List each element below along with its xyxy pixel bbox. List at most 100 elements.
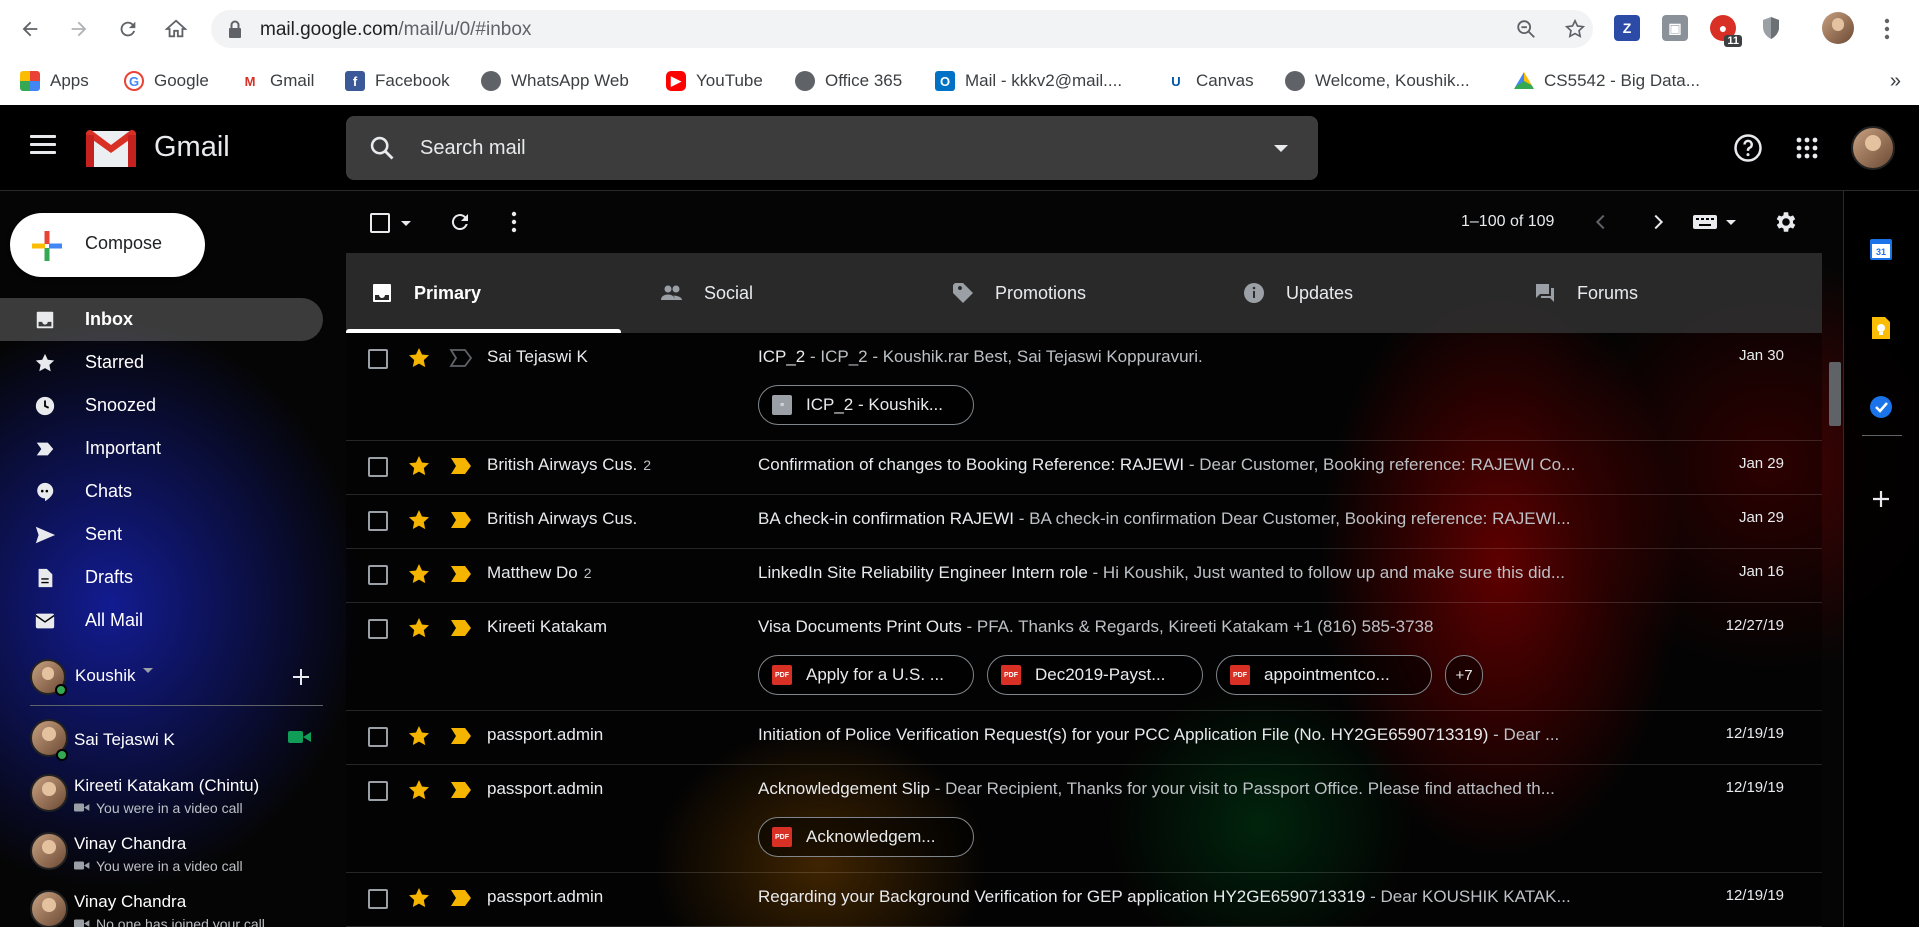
important-marker-icon[interactable]	[449, 780, 473, 800]
tab-primary[interactable]: Primary	[346, 253, 636, 333]
video-call-icon[interactable]	[288, 729, 312, 750]
not-important-marker-icon[interactable]	[449, 348, 473, 368]
sidebar-item-inbox[interactable]: Inbox	[0, 298, 323, 341]
sidebar-item-drafts[interactable]: Drafts	[0, 556, 323, 599]
notification-extension[interactable]: ● 11	[1710, 15, 1742, 47]
bookmark-office-365[interactable]: Office 365	[795, 69, 902, 93]
compose-button[interactable]: Compose	[10, 213, 205, 277]
email-checkbox[interactable]	[368, 727, 388, 747]
search-icon[interactable]	[368, 134, 396, 162]
hangouts-user[interactable]: Koushik	[30, 656, 330, 696]
attachment-chip[interactable]: ≡ ICP_2 - Koushik...	[758, 385, 974, 425]
refresh-icon[interactable]	[448, 210, 472, 234]
chrome-profile-avatar[interactable]	[1822, 12, 1854, 44]
more-actions-icon[interactable]	[511, 211, 517, 233]
tasks-icon[interactable]	[1868, 394, 1894, 420]
more-bookmarks-button[interactable]: »	[1890, 69, 1901, 93]
email-checkbox[interactable]	[368, 457, 388, 477]
keep-icon[interactable]	[1868, 315, 1894, 341]
search-options-caret-icon[interactable]	[1274, 145, 1288, 152]
email-row[interactable]: Sai Tejaswi K ICP_2 - ICP_2 - Koushik.rar…	[346, 333, 1822, 441]
attachment-chip[interactable]: PDF Dec2019-Payst...	[987, 655, 1203, 695]
bookmark-google[interactable]: G Google	[124, 69, 209, 93]
sidebar-item-snoozed[interactable]: Snoozed	[0, 384, 323, 427]
bookmark-gmail[interactable]: M Gmail	[240, 69, 314, 93]
new-conversation-plus-icon[interactable]	[292, 668, 310, 686]
important-marker-icon[interactable]	[449, 726, 473, 746]
star-icon[interactable]	[407, 886, 431, 910]
important-marker-icon[interactable]	[449, 564, 473, 584]
email-checkbox[interactable]	[368, 511, 388, 531]
star-icon[interactable]	[407, 616, 431, 640]
search-input[interactable]	[420, 128, 1220, 168]
tab-updates[interactable]: Updates	[1218, 253, 1508, 333]
calendar-icon[interactable]: 31	[1868, 236, 1894, 262]
bookmark-star-button[interactable]	[1563, 17, 1587, 41]
email-row[interactable]: Kireeti Katakam Visa Documents Print Outs…	[346, 603, 1822, 711]
sidebar-item-sent[interactable]: Sent	[0, 513, 323, 556]
attachment-chip[interactable]: PDF Acknowledgem...	[758, 817, 974, 857]
email-row[interactable]: passport.admin Initiation of Police Verif…	[346, 711, 1822, 765]
email-checkbox[interactable]	[368, 349, 388, 369]
hangouts-contact[interactable]: Vinay Chandra You were in a video call	[30, 826, 320, 878]
hangouts-contact[interactable]: Sai Tejaswi K	[30, 713, 320, 765]
main-menu-button[interactable]	[30, 135, 56, 159]
reload-button[interactable]	[112, 13, 144, 45]
bookmark-whatsapp-web[interactable]: WhatsApp Web	[481, 69, 629, 93]
sidebar-item-important[interactable]: Important	[0, 427, 323, 470]
email-row[interactable]: passport.admin Regarding your Background …	[346, 873, 1822, 927]
attachment-chip[interactable]: PDF Apply for a U.S. ...	[758, 655, 974, 695]
important-marker-icon[interactable]	[449, 618, 473, 638]
bookmark-youtube[interactable]: ▶ YouTube	[666, 69, 763, 93]
newer-chevron-left-icon[interactable]	[1590, 211, 1612, 233]
zotero-extension[interactable]: Z	[1614, 15, 1640, 41]
star-icon[interactable]	[407, 724, 431, 748]
get-addons-plus-icon[interactable]	[1868, 486, 1894, 512]
hangouts-contact[interactable]: Vinay Chandra No one has joined your call	[30, 884, 320, 927]
older-chevron-right-icon[interactable]	[1647, 211, 1669, 233]
email-row[interactable]: passport.admin Acknowledgement Slip - Dea…	[346, 765, 1822, 873]
google-apps-button[interactable]	[1791, 132, 1823, 164]
mail-list-scrollbar[interactable]	[1829, 362, 1841, 426]
email-row[interactable]: British Airways Cus. BA check-in confirma…	[346, 495, 1822, 549]
email-row[interactable]: Matthew Do 2 LinkedIn Site Reliability Eng…	[346, 549, 1822, 603]
attachment-chip[interactable]: PDF appointmentco...	[1216, 655, 1432, 695]
chrome-menu-button[interactable]	[1871, 13, 1903, 45]
shield-extension[interactable]	[1758, 15, 1784, 41]
input-tools-keyboard-icon[interactable]	[1692, 213, 1718, 231]
status-dropdown-caret-icon[interactable]	[143, 668, 153, 673]
important-marker-icon[interactable]	[449, 456, 473, 476]
important-marker-icon[interactable]	[449, 888, 473, 908]
star-icon[interactable]	[407, 778, 431, 802]
zoom-button[interactable]	[1514, 17, 1538, 41]
email-checkbox[interactable]	[368, 781, 388, 801]
star-icon[interactable]	[407, 454, 431, 478]
bookmark-welcome-koushik[interactable]: Welcome, Koushik...	[1285, 69, 1470, 93]
tab-social[interactable]: Social	[636, 253, 926, 333]
sidebar-item-starred[interactable]: Starred	[0, 341, 323, 384]
bookmark-canvas[interactable]: U Canvas	[1166, 69, 1254, 93]
star-icon[interactable]	[407, 346, 431, 370]
address-bar[interactable]: mail.google.com/mail/u/0/#inbox	[211, 10, 1593, 48]
search-bar[interactable]	[346, 116, 1318, 180]
back-button[interactable]	[14, 13, 46, 45]
important-marker-icon[interactable]	[449, 510, 473, 530]
forward-button[interactable]	[63, 13, 95, 45]
sidebar-item-all-mail[interactable]: All Mail	[0, 599, 323, 642]
support-button[interactable]	[1732, 132, 1764, 164]
input-tools-caret-icon[interactable]	[1726, 220, 1736, 225]
tab-promotions[interactable]: Promotions	[927, 253, 1217, 333]
sidebar-item-chats[interactable]: Chats	[0, 470, 323, 513]
email-checkbox[interactable]	[368, 889, 388, 909]
star-icon[interactable]	[407, 562, 431, 586]
account-avatar[interactable]	[1851, 126, 1895, 170]
profile-extension[interactable]: ▣	[1662, 15, 1688, 41]
settings-gear-icon[interactable]	[1773, 209, 1799, 235]
bookmark-cs5542-big-data[interactable]: CS5542 - Big Data...	[1514, 69, 1700, 93]
email-checkbox[interactable]	[368, 619, 388, 639]
bookmark-apps[interactable]: Apps	[20, 69, 89, 93]
select-options-caret-icon[interactable]	[401, 221, 411, 226]
email-checkbox[interactable]	[368, 565, 388, 585]
tab-forums[interactable]: Forums	[1509, 253, 1799, 333]
bookmark-mail-kkkv2-mail[interactable]: O Mail - kkkv2@mail....	[935, 69, 1122, 93]
